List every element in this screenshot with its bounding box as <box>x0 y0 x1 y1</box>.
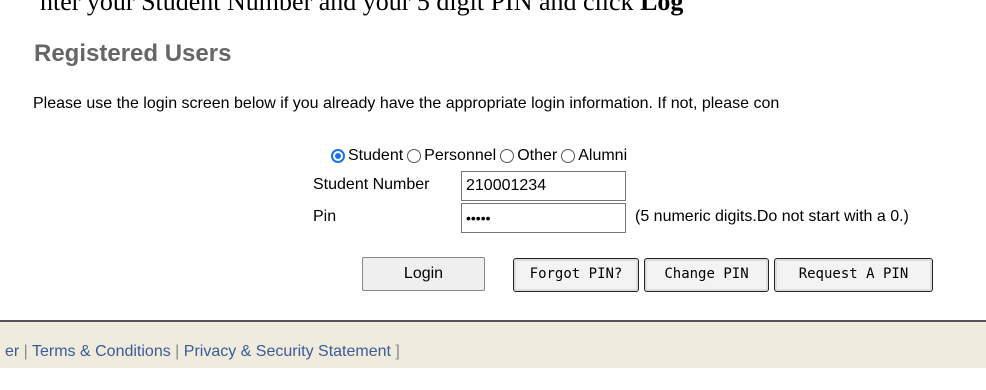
radio-other[interactable]: Other <box>500 147 557 165</box>
footer-separator: | <box>19 343 32 360</box>
pin-label: Pin <box>313 208 337 225</box>
request-pin-button[interactable]: Request A PIN <box>774 258 933 292</box>
pin-input[interactable]: ••••• <box>461 203 626 233</box>
footer-link-privacy[interactable]: Privacy & Security Statement <box>184 343 391 360</box>
intro-text: Please use the login screen below if you… <box>33 95 780 112</box>
user-type-radio-group: Student Personnel Other Alumni <box>331 147 631 165</box>
instruction-text: nter your Student Number and your 5 digi… <box>40 0 641 16</box>
radio-other-icon[interactable] <box>500 149 515 163</box>
footer-links: er | Terms & Conditions | Privacy & Secu… <box>5 343 400 361</box>
radio-other-label: Other <box>517 147 558 164</box>
radio-personnel-label: Personnel <box>424 147 497 164</box>
login-button[interactable]: Login <box>362 257 485 291</box>
footer-link-terms[interactable]: Terms & Conditions <box>32 343 171 360</box>
clipped-instruction: nter your Student Number and your 5 digi… <box>40 0 683 17</box>
radio-alumni-label: Alumni <box>578 147 628 164</box>
radio-alumni-icon[interactable] <box>561 149 576 163</box>
page-title: Registered Users <box>34 40 232 67</box>
radio-personnel[interactable]: Personnel <box>407 147 496 165</box>
radio-personnel-icon[interactable] <box>407 149 422 163</box>
footer-bracket: ] <box>390 343 400 360</box>
radio-alumni[interactable]: Alumni <box>561 147 627 165</box>
pin-hint: (5 numeric digits.Do not start with a 0.… <box>635 208 909 225</box>
radio-student-label: Student <box>348 147 404 164</box>
footer-bar: er | Terms & Conditions | Privacy & Secu… <box>0 322 986 368</box>
footer-separator: | <box>170 343 184 360</box>
change-pin-button[interactable]: Change PIN <box>644 258 769 292</box>
forgot-pin-button[interactable]: Forgot PIN? <box>513 258 639 292</box>
radio-student[interactable]: Student <box>331 147 403 165</box>
instruction-bold: Log <box>640 0 684 16</box>
footer-link-partial[interactable]: er <box>5 343 19 360</box>
student-number-input[interactable]: 210001234 <box>461 171 626 201</box>
radio-student-checked-icon[interactable] <box>331 149 345 163</box>
student-number-label: Student Number <box>313 176 430 193</box>
